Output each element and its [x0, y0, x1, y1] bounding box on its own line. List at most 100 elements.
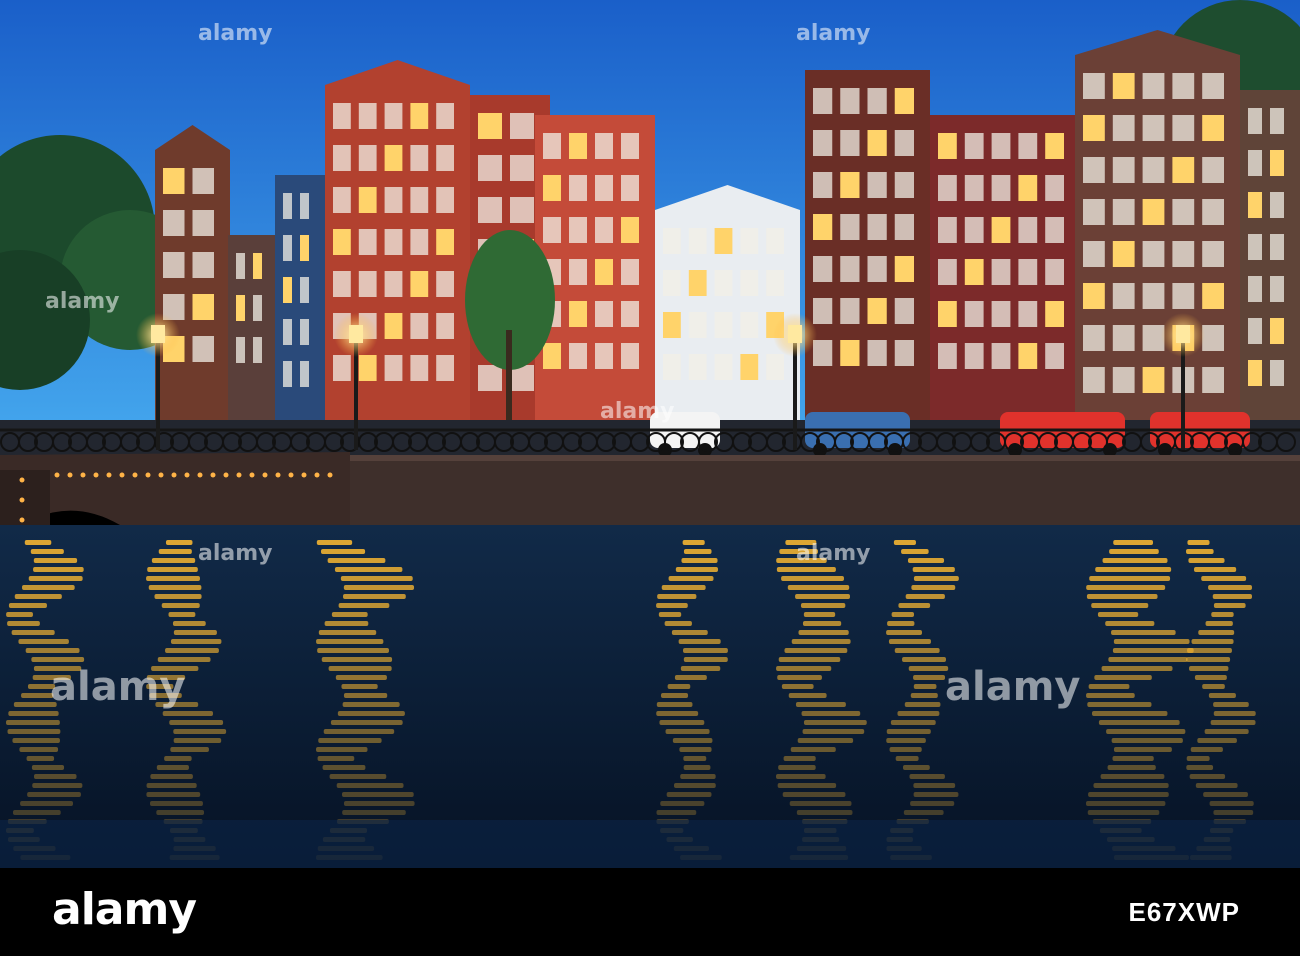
reflection-ripple [681, 558, 718, 563]
reflection-ripple [776, 666, 832, 671]
reflection-ripple [173, 729, 227, 734]
house [155, 125, 230, 430]
reflection-ripple [341, 792, 414, 797]
reflection-ripple [1203, 792, 1248, 797]
reflection-ripple [20, 801, 74, 806]
reflection-ripple [13, 810, 61, 815]
reflection-ripple [1209, 801, 1254, 806]
reflection-ripple [898, 603, 931, 608]
reflection-ripple [335, 675, 387, 680]
reflection-ripple [673, 783, 716, 788]
reflection-ripple [316, 540, 353, 545]
reflection-ripple [18, 639, 69, 644]
reflection-ripple [1108, 657, 1188, 662]
reflection-ripple [318, 738, 382, 743]
reflection-ripple [343, 693, 388, 698]
watermark-text: alamy [198, 21, 273, 46]
reflection-ripple [907, 558, 945, 563]
reflection-ripple [1198, 630, 1235, 635]
reflection-ripple [886, 738, 926, 743]
reflection-ripple [668, 576, 714, 581]
reflection-ripple [1113, 747, 1172, 752]
reflection-ripple [28, 576, 83, 581]
reflection-ripple [657, 594, 697, 599]
reflection-ripple [33, 567, 84, 572]
reflection-ripple [788, 693, 827, 698]
reflection-ripple [24, 540, 52, 545]
reflection-ripple [796, 810, 853, 815]
reflection-ripple [330, 720, 403, 725]
reflection-ripple [664, 621, 692, 626]
reflection-ripple [1208, 585, 1252, 590]
reflection-ripple [798, 630, 849, 635]
reflection-ripple [802, 729, 865, 734]
reflection-ripple [1190, 747, 1223, 752]
reflection-ripple [1186, 756, 1210, 761]
bridge-light [80, 472, 86, 478]
reflection-ripple [1091, 603, 1149, 608]
reflection-ripple [658, 612, 682, 617]
reflection-ripple [12, 738, 60, 743]
reflection-ripple [910, 693, 938, 698]
reflection-ripple [803, 612, 836, 617]
reflection-ripple [31, 657, 85, 662]
reflection-ripple [1100, 774, 1165, 779]
reflection-ripple [343, 585, 415, 590]
watermark-text: alamy [600, 399, 675, 424]
watermark-text: alamy [198, 541, 273, 566]
reflection-ripple [659, 720, 705, 725]
reflection-ripple [1086, 585, 1166, 590]
reflection-ripple [165, 648, 219, 653]
reflection-ripple [150, 774, 193, 779]
reflection-ripple [1189, 774, 1226, 779]
bridge-light [19, 497, 25, 503]
reflection-ripple [683, 648, 728, 653]
reflection-ripple [343, 801, 415, 806]
reflection-ripple [150, 801, 203, 806]
reflection-ripple [680, 666, 721, 671]
reflection-ripple [1213, 702, 1249, 707]
reflection-ripple [904, 702, 941, 707]
bridge-light [288, 472, 294, 478]
bridge-light [210, 472, 216, 478]
reflection-ripple [795, 594, 850, 599]
reflection-ripple [1097, 612, 1139, 617]
reflection-ripple [318, 630, 377, 635]
reflection-ripple [322, 765, 366, 770]
reflection-ripple [680, 774, 716, 779]
reflection-ripple [782, 792, 846, 797]
reflection-ripple [1105, 621, 1155, 626]
reflection-ripple [329, 774, 387, 779]
reflection-ripple [905, 594, 945, 599]
reflection-ripple [1113, 540, 1154, 545]
bridge-light [54, 472, 60, 478]
reflection-ripple [801, 711, 861, 716]
reflection-ripple [1113, 639, 1190, 644]
reflection-ripple [158, 549, 192, 554]
house [228, 235, 278, 430]
house [1240, 90, 1300, 430]
reflection-ripple [778, 657, 841, 662]
reflection-ripple [784, 648, 848, 653]
bridge-light [145, 472, 151, 478]
house [930, 115, 1080, 430]
bridge-light [314, 472, 320, 478]
reflection-ripple [170, 639, 222, 644]
reflection-ripple [1187, 540, 1210, 545]
reflection-ripple [911, 585, 956, 590]
reflection-ripple [328, 666, 392, 671]
reflection-ripple [1186, 765, 1214, 770]
reflection-ripple [14, 594, 62, 599]
reflection-ripple [781, 684, 814, 689]
reflection-ripple [683, 657, 728, 662]
bridge-light [19, 477, 25, 483]
reflection-ripple [778, 765, 816, 770]
reflection-ripple [170, 747, 209, 752]
reflection-ripple [173, 738, 222, 743]
house [655, 185, 800, 430]
house [805, 70, 930, 430]
bridge-light [184, 472, 190, 478]
reflection-ripple [169, 720, 224, 725]
reflection-ripple [27, 792, 81, 797]
reflection-ripple [909, 774, 945, 779]
